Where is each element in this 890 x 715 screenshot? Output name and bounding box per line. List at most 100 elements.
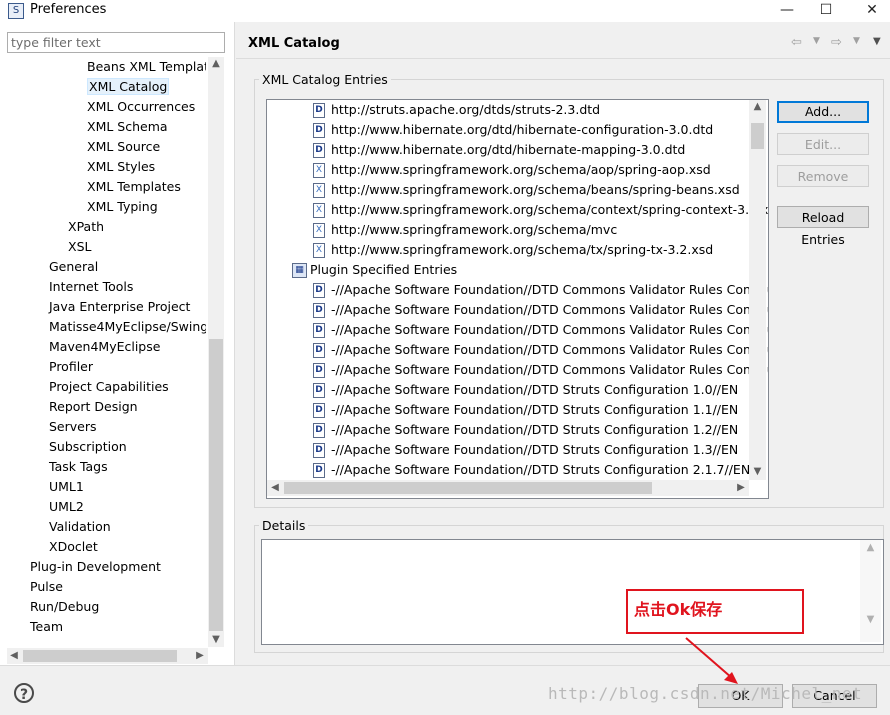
entries-scroll-thumb[interactable]: [751, 123, 764, 149]
tree-item[interactable]: XML Typing: [87, 197, 158, 217]
tree-item[interactable]: Task Tags: [49, 457, 108, 477]
entries-horizontal-scrollbar[interactable]: ◀ ▶: [267, 480, 749, 496]
catalog-entry-text: -//Apache Software Foundation//DTD Commo…: [331, 342, 769, 357]
add-button[interactable]: Add...: [777, 101, 869, 123]
catalog-entry-text: -//Apache Software Foundation//DTD Commo…: [331, 282, 769, 297]
app-icon: S: [8, 3, 24, 19]
dtd-file-icon: D: [313, 443, 325, 458]
dtd-file-icon: D: [313, 423, 325, 438]
entries-hscroll-thumb[interactable]: [284, 482, 652, 494]
back-arrow-icon[interactable]: ⇦: [791, 35, 802, 50]
catalog-entry-text: -//Apache Software Foundation//DTD Strut…: [331, 422, 739, 437]
scroll-up-arrow-icon[interactable]: ▲: [208, 57, 224, 71]
tree-item[interactable]: UML1: [49, 477, 84, 497]
tree-item[interactable]: General: [49, 257, 98, 277]
xsd-file-icon: X: [313, 223, 325, 238]
tree-item[interactable]: Matisse4MyEclipse/Swing: [49, 317, 206, 337]
catalog-entry-text: http://www.springframework.org/schema/tx…: [331, 242, 714, 257]
details-vertical-scrollbar[interactable]: ▲ ▼: [860, 540, 881, 642]
close-button[interactable]: ✕: [855, 0, 889, 22]
catalog-entry-text: Plugin Specified Entries: [310, 262, 458, 277]
tree-item[interactable]: Validation: [49, 517, 111, 537]
scroll-right-arrow-icon[interactable]: ▶: [193, 648, 207, 664]
entries-scroll-down-icon[interactable]: ▼: [749, 465, 766, 479]
tree-item-label: Matisse4MyEclipse/Swing: [49, 319, 206, 334]
tree-item-label: Run/Debug: [30, 599, 100, 614]
entries-vertical-scrollbar[interactable]: ▲ ▼: [749, 100, 766, 480]
forward-menu-chevron-icon[interactable]: ▼: [853, 36, 860, 46]
details-scroll-down-icon[interactable]: ▼: [860, 614, 881, 625]
tree-item-label: Pulse: [30, 579, 63, 594]
entries-scroll-right-icon[interactable]: ▶: [733, 480, 749, 496]
annotation-arrow: [685, 637, 738, 684]
tree-item[interactable]: UML2: [49, 497, 84, 517]
catalog-entry-text: http://www.hibernate.org/dtd/hibernate-m…: [331, 142, 686, 157]
entries-scroll-left-icon[interactable]: ◀: [267, 480, 283, 496]
maximize-button[interactable]: ☐: [809, 0, 843, 22]
edit-button[interactable]: Edit...: [777, 133, 869, 155]
tree-item[interactable]: XML Schema: [87, 117, 168, 137]
tree-horizontal-scrollbar[interactable]: ◀ ▶: [7, 648, 208, 664]
view-menu-icon[interactable]: ▼: [873, 36, 881, 47]
entries-scroll-up-icon[interactable]: ▲: [749, 100, 766, 114]
tree-hscroll-thumb[interactable]: [23, 650, 177, 662]
tree-item[interactable]: Run/Debug: [30, 597, 99, 617]
tree-item-label: Profiler: [49, 359, 94, 374]
dtd-file-icon: D: [313, 283, 325, 298]
back-menu-chevron-icon[interactable]: ▼: [813, 36, 820, 46]
tree-item[interactable]: Report Design: [49, 397, 138, 417]
tree-item[interactable]: Profiler: [49, 357, 93, 377]
tree-item-label: General: [49, 259, 99, 274]
tree-item[interactable]: Servers: [49, 417, 97, 437]
catalog-entry-text: http://www.springframework.org/schema/be…: [331, 182, 740, 197]
tree-item-label: UML1: [49, 479, 84, 494]
xsd-file-icon: X: [313, 203, 325, 218]
tree-item-label: Beans XML Templates: [87, 59, 206, 74]
tree-item[interactable]: XPath: [68, 217, 104, 237]
xsd-file-icon: X: [313, 243, 325, 258]
scroll-down-arrow-icon[interactable]: ▼: [208, 633, 224, 647]
catalog-entries-list[interactable]: Dhttp://struts.apache.org/dtds/struts-2.…: [266, 99, 769, 499]
catalog-entry-text: http://www.springframework.org/schema/mv…: [331, 222, 618, 237]
tree-item-label: Subscription: [49, 439, 127, 454]
scroll-left-arrow-icon[interactable]: ◀: [7, 648, 21, 664]
forward-arrow-icon[interactable]: ⇨: [831, 35, 842, 50]
tree-item[interactable]: XML Source: [87, 137, 160, 157]
tree-item[interactable]: Pulse: [30, 577, 63, 597]
tree-item[interactable]: Beans XML Templates: [87, 57, 206, 77]
details-scroll-up-icon[interactable]: ▲: [860, 542, 881, 553]
tree-item[interactable]: Internet Tools: [49, 277, 133, 297]
reload-entries-button[interactable]: Reload Entries: [777, 206, 869, 247]
tree-item[interactable]: Java Enterprise Project: [49, 297, 190, 317]
minimize-button[interactable]: —: [770, 0, 804, 22]
tree-item[interactable]: Maven4MyEclipse: [49, 337, 160, 357]
tree-item[interactable]: XML Styles: [87, 157, 155, 177]
catalog-entry-text: http://www.springframework.org/schema/co…: [331, 202, 769, 217]
xsd-file-icon: X: [313, 183, 325, 198]
catalog-entry-text: http://www.springframework.org/schema/ao…: [331, 162, 711, 177]
tree-item[interactable]: XML Templates: [87, 177, 181, 197]
catalog-entries-group-label: XML Catalog Entries: [259, 72, 391, 87]
tree-item-label: Plug-in Development: [30, 559, 161, 574]
tree-item-label: XML Typing: [87, 199, 158, 214]
tree-item-label: Maven4MyEclipse: [49, 339, 161, 354]
tree-item[interactable]: XDoclet: [49, 537, 98, 557]
dtd-file-icon: D: [313, 403, 325, 418]
remove-button[interactable]: Remove: [777, 165, 869, 187]
tree-item[interactable]: Team: [30, 617, 63, 637]
tree-item[interactable]: XML Catalog: [87, 77, 170, 97]
tree-item[interactable]: XSL: [68, 237, 91, 257]
tree-scroll-thumb[interactable]: [209, 339, 223, 631]
tree-item[interactable]: XML Occurrences: [87, 97, 195, 117]
help-icon[interactable]: ?: [14, 683, 34, 703]
tree-item[interactable]: Subscription: [49, 437, 127, 457]
dtd-file-icon: D: [313, 103, 325, 118]
catalog-entry-text: -//Apache Software Foundation//DTD Strut…: [331, 462, 751, 477]
tree-vertical-scrollbar[interactable]: ▲ ▼: [208, 57, 224, 647]
filter-input[interactable]: [7, 32, 225, 53]
dtd-file-icon: D: [313, 363, 325, 378]
tree-item[interactable]: Project Capabilities: [49, 377, 169, 397]
tree-item[interactable]: Plug-in Development: [30, 557, 161, 577]
dtd-file-icon: D: [313, 303, 325, 318]
xsd-file-icon: X: [313, 163, 325, 178]
